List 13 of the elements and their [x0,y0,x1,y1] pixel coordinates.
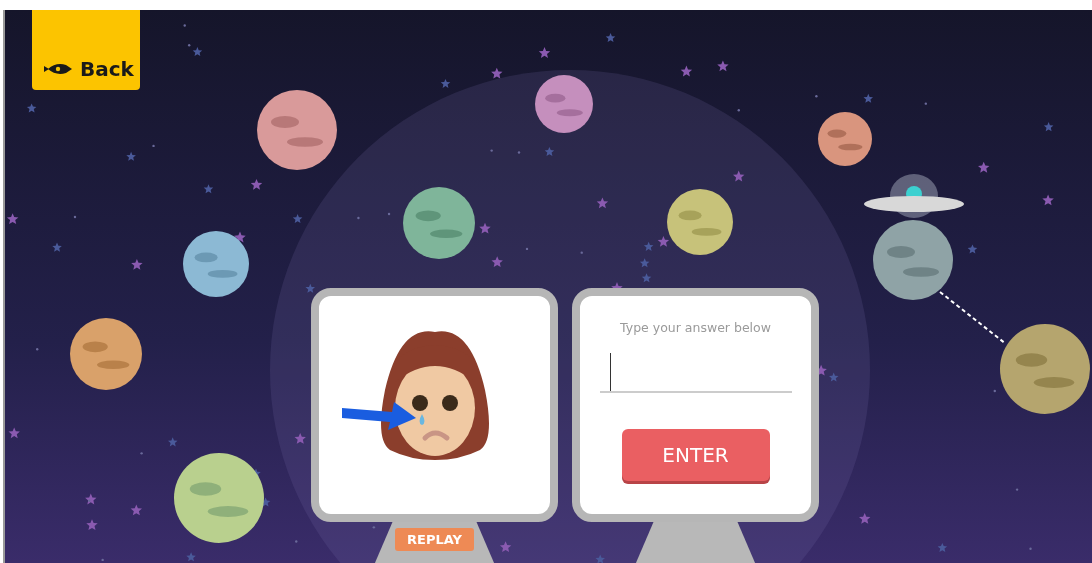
planet-drawing [183,231,249,297]
replay-button[interactable]: REPLAY [395,528,474,551]
answer-field[interactable] [599,353,792,393]
answer-prompt: Type your answer below [620,320,771,335]
back-button[interactable]: Back [32,10,140,90]
rocket-icon [44,62,74,76]
planet-drawing [403,187,475,259]
planet-drawing [70,318,142,390]
planet-drawing [818,112,872,166]
planet-drawing [667,189,733,255]
dashed-tether-line [939,291,1007,345]
planet-drawing [535,75,593,133]
enter-button[interactable]: ENTER [621,429,770,481]
